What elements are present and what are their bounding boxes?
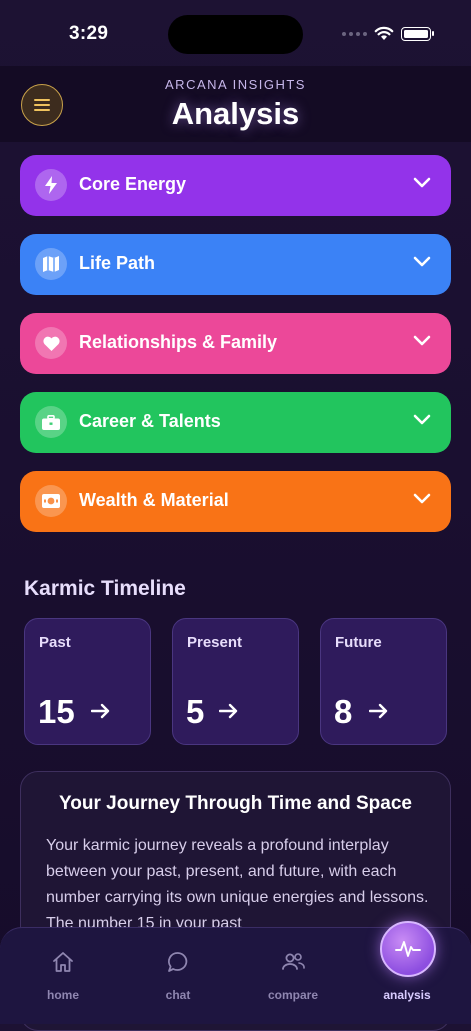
home-icon xyxy=(53,952,73,972)
section-career-talents[interactable]: Career & Talents xyxy=(20,392,451,453)
dynamic-island xyxy=(168,15,303,54)
timeline-card-value: 5 xyxy=(186,693,205,730)
timeline-card-present[interactable]: Present 5 xyxy=(172,618,299,745)
tab-compare[interactable]: compare xyxy=(248,928,338,1025)
briefcase-icon xyxy=(35,406,67,438)
section-core-energy[interactable]: Core Energy xyxy=(20,155,451,216)
heart-icon xyxy=(35,327,67,359)
chevron-down-icon xyxy=(413,493,431,504)
money-icon xyxy=(35,485,67,517)
status-bar: 3:29 xyxy=(0,0,471,66)
battery-icon xyxy=(401,26,434,41)
users-icon xyxy=(282,953,305,970)
section-relationships-family[interactable]: Relationships & Family xyxy=(20,313,451,374)
chevron-down-icon xyxy=(413,256,431,267)
chevron-down-icon xyxy=(413,414,431,425)
section-wealth-material[interactable]: Wealth & Material xyxy=(20,471,451,532)
analysis-tab-button[interactable] xyxy=(380,921,436,977)
arrow-right-icon xyxy=(91,703,110,719)
section-label: Core Energy xyxy=(79,174,187,194)
journey-title: Your Journey Through Time and Space xyxy=(59,793,412,814)
timeline-card-past[interactable]: Past 15 xyxy=(24,618,151,745)
timeline-card-value: 15 xyxy=(38,693,75,730)
tab-label: compare xyxy=(267,988,319,1002)
timeline-card-label: Future xyxy=(335,634,382,651)
arrow-right-icon xyxy=(219,703,238,719)
signal-icon xyxy=(342,31,367,36)
status-icons xyxy=(342,26,434,41)
section-label: Relationships & Family xyxy=(79,332,278,352)
app-subtitle: ARCANA INSIGHTS xyxy=(165,77,306,92)
lightning-icon xyxy=(35,169,67,201)
chevron-down-icon xyxy=(413,177,431,188)
chevron-down-icon xyxy=(413,335,431,346)
timeline-card-future[interactable]: Future 8 xyxy=(320,618,447,745)
tab-label: analysis xyxy=(383,988,431,1002)
tab-chat[interactable]: chat xyxy=(133,928,223,1025)
header: ARCANA INSIGHTS Analysis xyxy=(0,66,471,142)
wifi-icon xyxy=(374,26,394,40)
tab-label: home xyxy=(46,988,79,1002)
section-label: Wealth & Material xyxy=(79,490,229,510)
pulse-icon xyxy=(395,941,421,957)
section-label: Life Path xyxy=(79,253,156,273)
karmic-timeline-title: Karmic Timeline xyxy=(24,577,186,600)
status-time: 3:29 xyxy=(69,23,109,44)
section-life-path[interactable]: Life Path xyxy=(20,234,451,295)
section-label: Career & Talents xyxy=(79,411,221,431)
chat-bubble-icon xyxy=(168,952,188,972)
timeline-card-label: Past xyxy=(39,634,71,651)
journey-text: Your karmic journey reveals a profound i… xyxy=(46,837,429,932)
arrow-right-icon xyxy=(369,703,388,719)
tab-home[interactable]: home xyxy=(18,928,108,1025)
timeline-card-value: 8 xyxy=(334,693,353,730)
tab-label: chat xyxy=(165,988,191,1002)
timeline-card-label: Present xyxy=(187,634,243,651)
page-title: Analysis xyxy=(171,96,300,131)
map-icon xyxy=(35,248,67,280)
